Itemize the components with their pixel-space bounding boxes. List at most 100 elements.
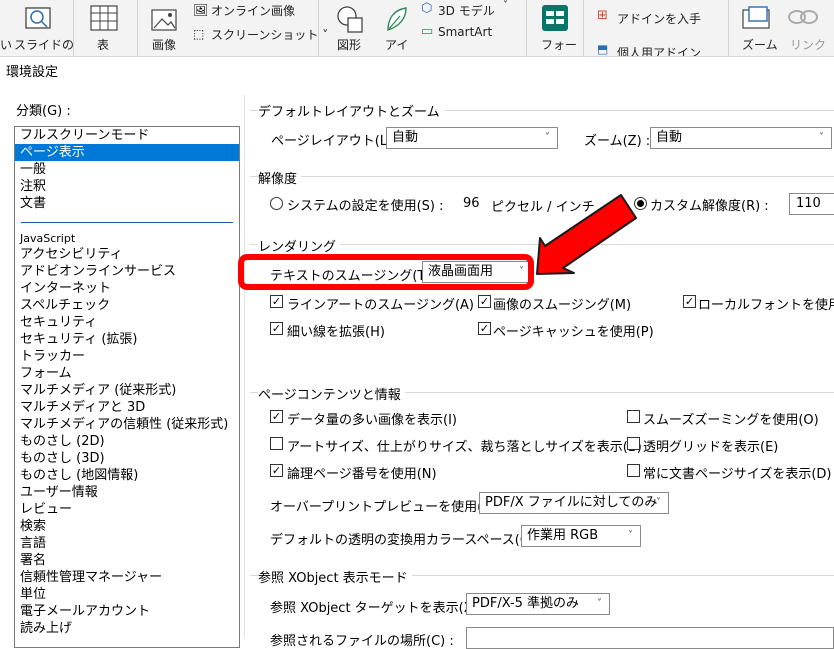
icons-icon xyxy=(387,7,407,31)
local-fonts-label: ローカルフォントを使用(F) xyxy=(698,298,834,313)
ribbon-separator xyxy=(137,0,138,56)
chevron-down-icon: ˅ xyxy=(819,132,824,143)
list-item[interactable]: ものさし (3D) xyxy=(15,450,239,467)
large-images-checkbox[interactable]: ✓ xyxy=(270,410,283,423)
list-item[interactable]: 検索 xyxy=(15,518,239,535)
xobject-group-title: 参照 XObject 表示モード xyxy=(258,567,412,586)
smooth-zoom-checkbox[interactable] xyxy=(627,410,640,423)
overprint-label: オーバープリントプレビューを使用(W) : xyxy=(270,500,509,515)
list-item[interactable]: ものさし (2D) xyxy=(15,433,239,450)
list-item[interactable]: 電子メールアカウント xyxy=(15,603,239,620)
list-item[interactable]: 一般 xyxy=(15,161,239,178)
categories-label: 分類(G) : xyxy=(16,104,71,119)
local-fonts-checkbox[interactable]: ✓ xyxy=(683,295,696,308)
zoom-select[interactable]: 自動 ˅ xyxy=(650,127,832,149)
list-item-selected[interactable]: ページ表示 xyxy=(15,144,239,161)
screenshot-icon: ⬚ xyxy=(193,27,205,41)
image-smoothing-checkbox[interactable]: ✓ xyxy=(478,295,491,308)
get-addins-label: アドインを入手 xyxy=(617,12,702,26)
picture-icon xyxy=(151,9,177,31)
enhance-thin-lines-checkbox[interactable]: ✓ xyxy=(270,322,283,335)
custom-resolution-input[interactable]: 110 xyxy=(789,193,834,215)
dialog-title: 環境設定 xyxy=(6,65,59,80)
new-slide-icon xyxy=(25,7,51,29)
list-item[interactable]: セキュリティ xyxy=(15,314,239,331)
page-cache-checkbox[interactable]: ✓ xyxy=(478,322,491,335)
new-slide-label: スライドの xyxy=(14,38,75,52)
list-item[interactable]: ものさし (地図情報) xyxy=(15,467,239,484)
document-page-size-checkbox[interactable] xyxy=(627,464,640,477)
screenshot-label: スクリーンショット ˅ xyxy=(211,28,329,42)
page-cache-label: ページキャッシュを使用(P) xyxy=(493,325,654,340)
chevron-down-icon: ˅ xyxy=(503,0,508,11)
picture-label: 画像 xyxy=(152,38,177,52)
list-item[interactable]: スペルチェック xyxy=(15,297,239,314)
list-item[interactable]: JavaScript xyxy=(15,231,239,246)
zoom-label: ズーム xyxy=(742,38,778,52)
list-item[interactable]: インターネット xyxy=(15,280,239,297)
line-art-smoothing-checkbox[interactable]: ✓ xyxy=(270,295,283,308)
table-label: 表 xyxy=(97,38,110,52)
custom-resolution-label: カスタム解像度(R) : xyxy=(650,199,769,214)
transparency-grid-checkbox[interactable] xyxy=(627,437,640,450)
xobject-location-input[interactable] xyxy=(466,627,834,649)
system-resolution-value: 96 xyxy=(463,196,480,211)
link-icon xyxy=(788,10,818,24)
table-icon xyxy=(90,5,118,31)
list-item[interactable]: セキュリティ (拡張) xyxy=(15,331,239,348)
chevron-down-icon: ˅ xyxy=(656,497,661,508)
shapes-icon xyxy=(337,6,363,33)
art-trim-bleed-label: アートサイズ、仕上がりサイズ、裁ち落としサイズを表示(B) xyxy=(287,440,642,455)
list-item[interactable]: アドビオンラインサービス xyxy=(15,263,239,280)
list-item[interactable]: フォーム xyxy=(15,365,239,382)
list-item[interactable]: フルスクリーンモード xyxy=(15,127,239,144)
ribbon-separator xyxy=(728,0,729,56)
online-picture-label: オンライン画像 xyxy=(211,4,296,18)
overprint-select[interactable]: PDF/X ファイルに対してのみ ˅ xyxy=(479,492,669,514)
ribbon-fragment: い xyxy=(0,38,13,52)
list-divider xyxy=(21,222,233,223)
list-item[interactable]: レビュー xyxy=(15,501,239,518)
ribbon-separator xyxy=(73,0,74,56)
list-item[interactable]: マルチメディアの信頼性 (従来形式) xyxy=(15,416,239,433)
system-resolution-label: システムの設定を使用(S) : xyxy=(287,199,444,214)
large-images-label: データ量の多い画像を表示(I) xyxy=(287,413,457,428)
image-smoothing-label: 画像のスムージング(M) xyxy=(493,298,632,313)
list-item[interactable]: マルチメディア (従来形式) xyxy=(15,382,239,399)
overprint-value: PDF/X ファイルに対してのみ xyxy=(485,495,658,510)
xobject-target-label: 参照 XObject ターゲットを表示(X) : xyxy=(270,601,487,616)
colorspace-select[interactable]: 作業用 RGB ˅ xyxy=(521,525,641,547)
list-item[interactable]: 言語 xyxy=(15,535,239,552)
list-item[interactable]: 読み上げ xyxy=(15,620,239,637)
chevron-down-icon: ˅ xyxy=(545,132,550,143)
logical-page-numbers-checkbox[interactable]: ✓ xyxy=(270,464,283,477)
link-label: リンク xyxy=(790,38,827,52)
list-item[interactable]: ユーザー情報 xyxy=(15,484,239,501)
system-resolution-radio[interactable] xyxy=(270,197,283,210)
list-item[interactable]: 注釈 xyxy=(15,178,239,195)
rendering-group-title: レンダリング xyxy=(258,236,341,255)
store-icon: ⊞ xyxy=(597,8,608,23)
list-item[interactable]: 信頼性管理マネージャー xyxy=(15,569,239,586)
icons-label: アイ xyxy=(385,38,409,52)
list-item[interactable]: トラッカー xyxy=(15,348,239,365)
art-trim-bleed-checkbox[interactable] xyxy=(270,437,283,450)
categories-listbox[interactable]: フルスクリーンモード ページ表示 一般 注釈 文書 JavaScript アクセ… xyxy=(14,126,240,648)
red-arrow-icon xyxy=(536,194,637,275)
list-item[interactable]: 署名 xyxy=(15,552,239,569)
smartart-label: SmartArt xyxy=(438,25,493,39)
ribbon: い スライドの 表 画像 🖼 オンライン画像 ⬚ スクリーンショット ˅ 図形 … xyxy=(0,0,834,57)
list-item[interactable]: 文書 xyxy=(15,195,239,212)
list-item[interactable]: マルチメディアと 3D xyxy=(15,399,239,416)
ribbon-separator xyxy=(526,0,527,56)
my-addins-label: 個人用アドイン xyxy=(617,46,702,57)
ribbon-separator xyxy=(583,0,584,56)
page-layout-select[interactable]: 自動 ˅ xyxy=(386,127,558,149)
colorspace-value: 作業用 RGB xyxy=(527,528,599,543)
xobject-target-select[interactable]: PDF/X-5 準拠のみ ˅ xyxy=(466,593,610,615)
highlight-box xyxy=(238,254,534,290)
logical-page-numbers-label: 論理ページ番号を使用(N) xyxy=(287,467,437,482)
list-item[interactable]: アクセシビリティ xyxy=(15,246,239,263)
zoom-icon xyxy=(742,6,770,29)
list-item[interactable]: 単位 xyxy=(15,586,239,603)
